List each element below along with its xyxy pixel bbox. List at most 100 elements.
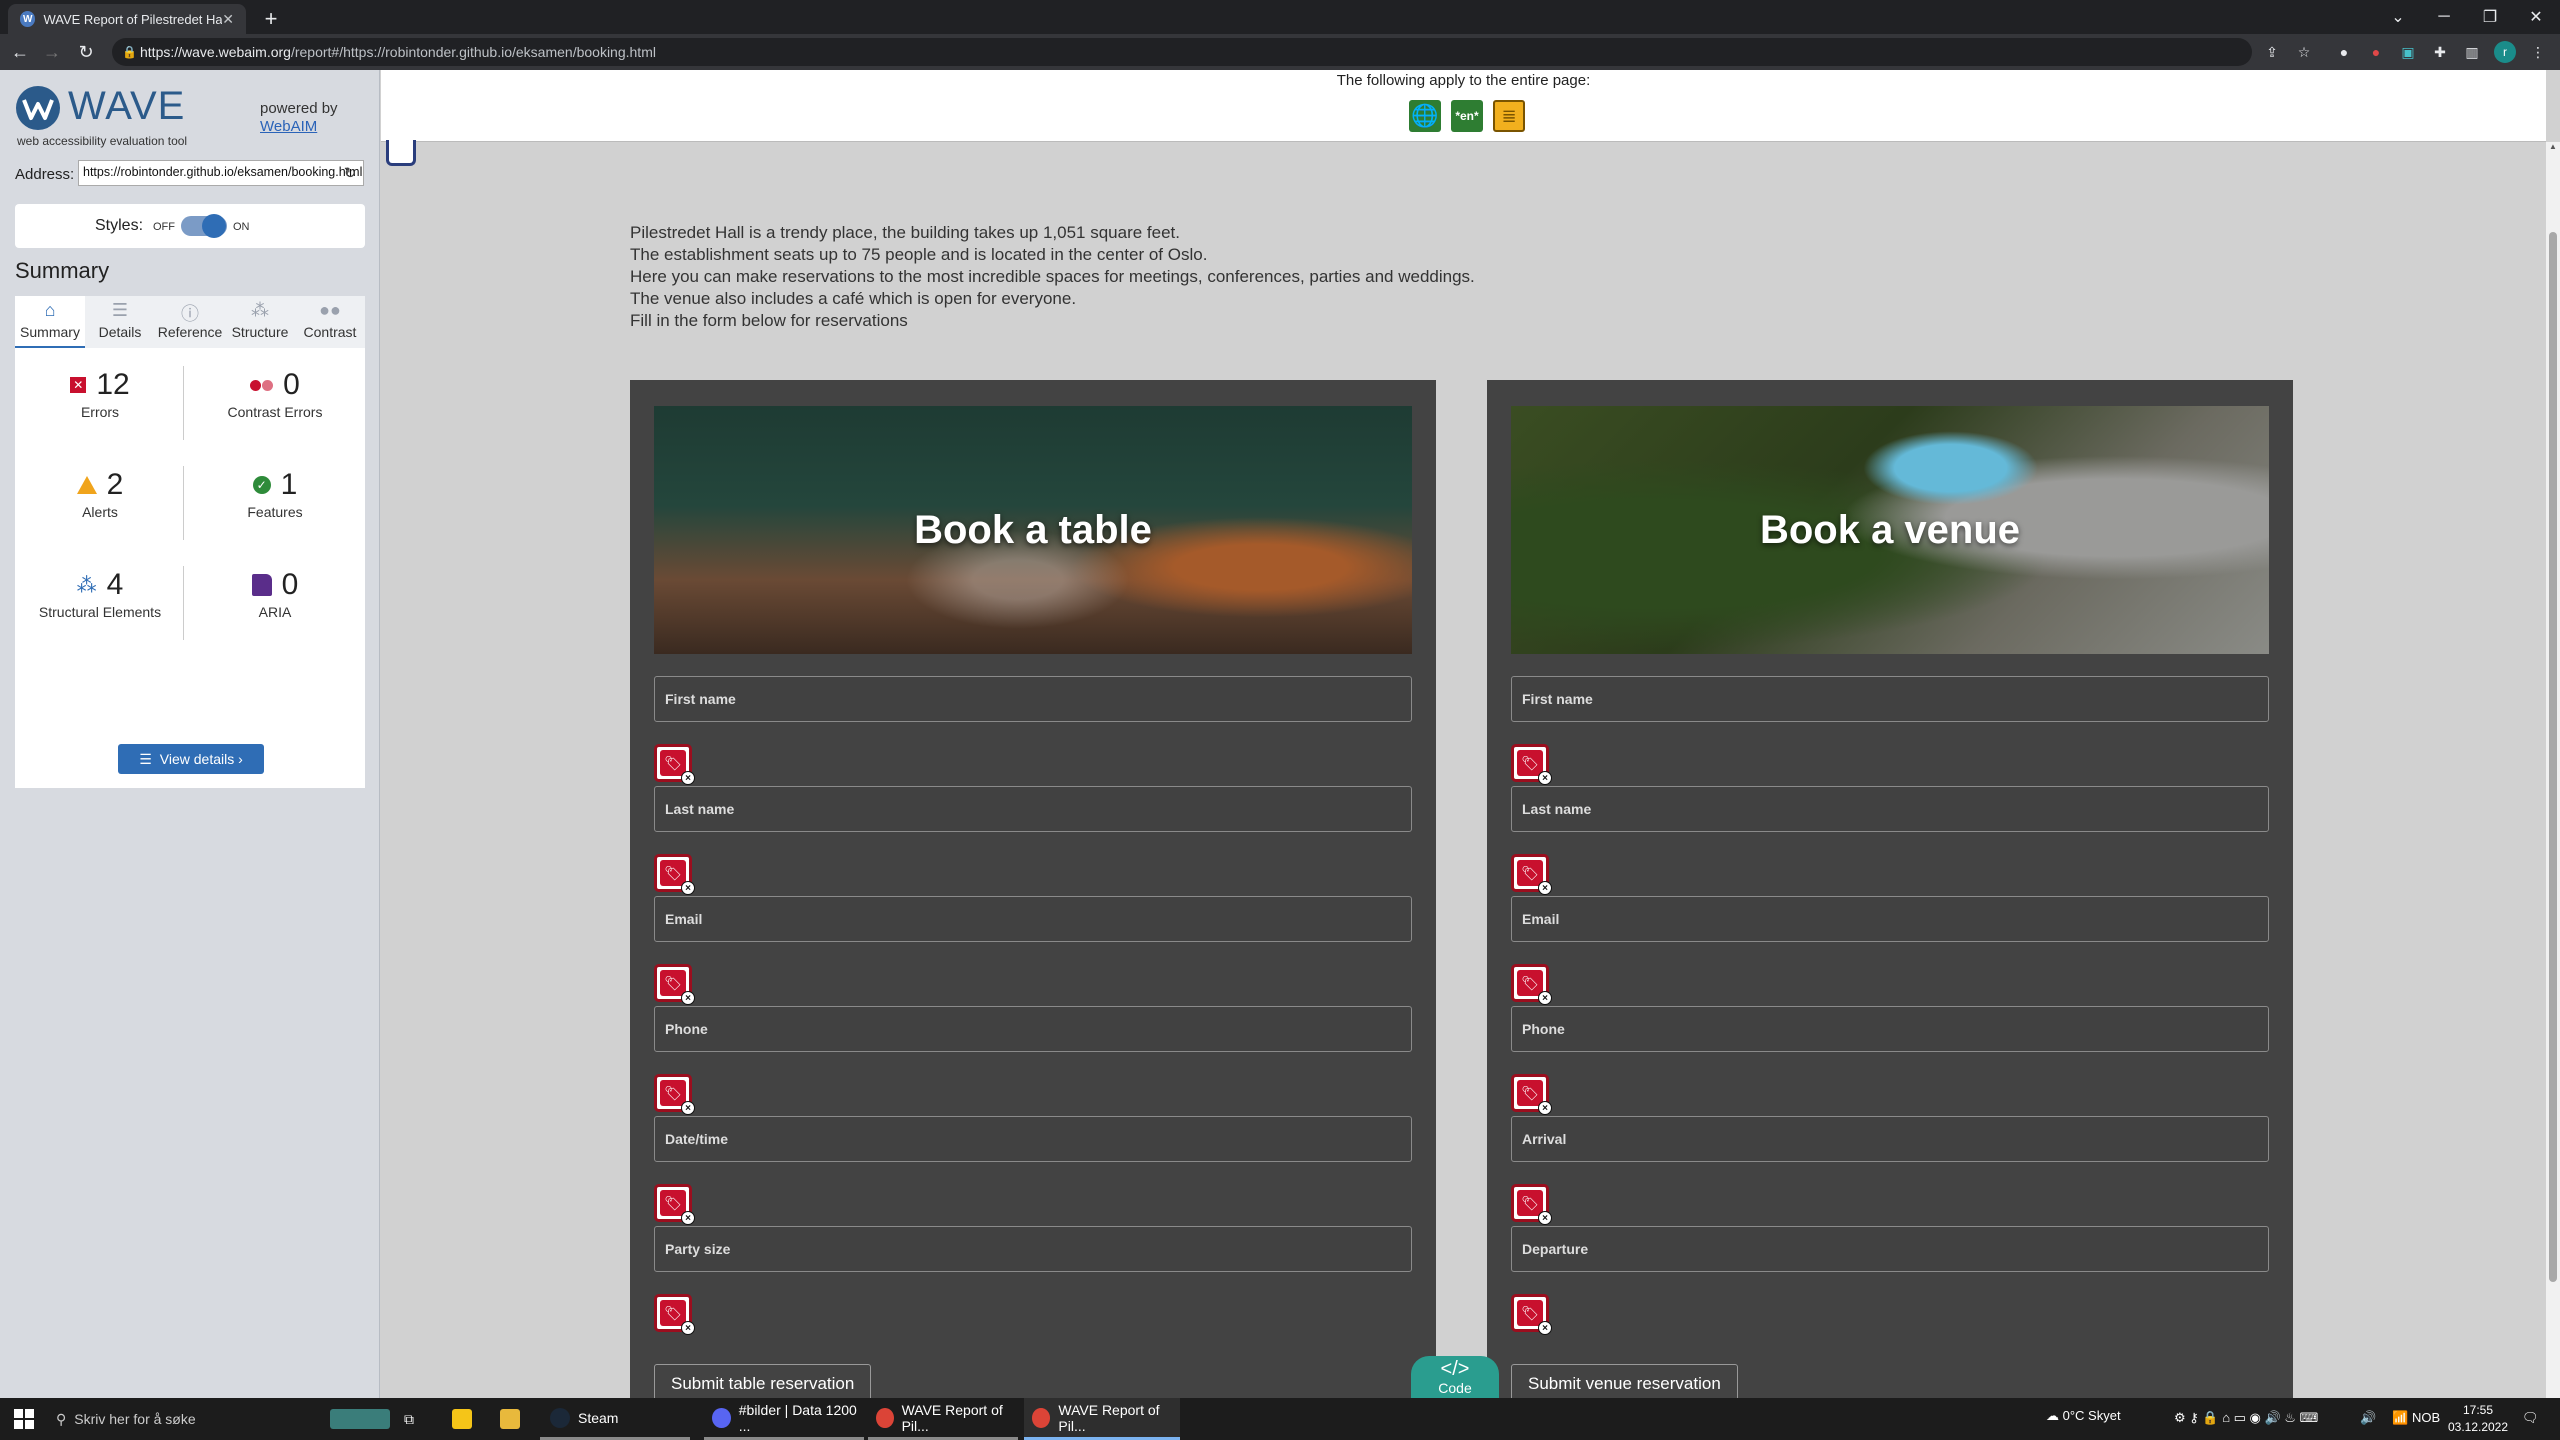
- missing-label-error-icon[interactable]: 🏷 ×: [654, 1294, 695, 1335]
- globe-icon[interactable]: 🌐: [1409, 100, 1441, 132]
- new-tab-button[interactable]: +: [258, 6, 284, 32]
- wave-address-input[interactable]: https://robintonder.github.io/eksamen/bo…: [78, 160, 364, 186]
- wave-subtitle: web accessibility evaluation tool: [17, 134, 188, 148]
- profile-avatar[interactable]: r: [2494, 41, 2516, 63]
- page-scrollbar[interactable]: [2546, 142, 2560, 1398]
- close-tab-icon[interactable]: ✕: [222, 11, 234, 28]
- departure-field[interactable]: Departure: [1511, 1226, 2269, 1272]
- email-field[interactable]: Email: [654, 896, 1412, 942]
- discord-label: #bilder | Data 1200 ...: [738, 1401, 857, 1434]
- taskbar-clock[interactable]: 17:55 03.12.2022: [2438, 1402, 2518, 1436]
- styles-toggle-panel: Styles: OFF ON: [15, 204, 365, 248]
- missing-label-error-icon[interactable]: 🏷 ×: [654, 744, 695, 785]
- tab-details[interactable]: ☰ Details: [85, 296, 155, 348]
- taskbar-chrome-2[interactable]: WAVE Report of Pil...: [1024, 1398, 1180, 1440]
- taskbar-chrome-1[interactable]: WAVE Report of Pil...: [868, 1398, 1018, 1440]
- search-highlight-image[interactable]: [330, 1398, 390, 1440]
- missing-title-alert-icon[interactable]: ≣: [1493, 100, 1525, 132]
- tab-structure[interactable]: ⁂ Structure: [225, 296, 295, 348]
- missing-label-error-icon[interactable]: 🏷 ×: [1511, 1184, 1552, 1225]
- phone-field[interactable]: Phone: [1511, 1006, 2269, 1052]
- stat-alerts[interactable]: 2 Alerts: [15, 468, 185, 520]
- tab-contrast[interactable]: ●● Contrast: [295, 296, 365, 348]
- language-icon[interactable]: *en*: [1451, 100, 1483, 132]
- close-window-button[interactable]: ✕: [2510, 0, 2560, 34]
- x-icon: ×: [681, 881, 695, 895]
- landmark-structure-icon[interactable]: [386, 140, 416, 166]
- address-bar[interactable]: 🔒 https://wave.webaim.org/report#/https:…: [112, 38, 2252, 66]
- arrival-field[interactable]: Arrival: [1511, 1116, 2269, 1162]
- address-label: Address:: [15, 166, 75, 183]
- tab-label: Reference: [157, 324, 223, 340]
- missing-label-error-icon[interactable]: 🏷 ×: [654, 1074, 695, 1115]
- first-name-field[interactable]: First name: [654, 676, 1412, 722]
- code-icon: </>: [1440, 1358, 1470, 1380]
- side-panel-icon[interactable]: ▥: [2462, 42, 2482, 62]
- first-name-field[interactable]: First name: [1511, 676, 2269, 722]
- extension-wave-icon[interactable]: ▣: [2398, 42, 2418, 62]
- extension-icon[interactable]: ●: [2334, 42, 2354, 62]
- missing-label-error-icon[interactable]: 🏷 ×: [654, 1184, 695, 1225]
- missing-label-error-icon[interactable]: 🏷 ×: [1511, 964, 1552, 1005]
- webaim-link[interactable]: WebAIM: [260, 118, 317, 135]
- email-field[interactable]: Email: [1511, 896, 2269, 942]
- network-icon[interactable]: 📶: [2392, 1410, 2408, 1426]
- reload-icon[interactable]: ↻: [74, 40, 98, 64]
- tab-search-icon[interactable]: ⌄: [2372, 0, 2424, 34]
- submit-table-button[interactable]: Submit table reservation: [654, 1364, 872, 1400]
- structural-count: 4: [106, 568, 124, 601]
- missing-label-error-icon[interactable]: 🏷 ×: [1511, 1074, 1552, 1115]
- styles-on-label: ON: [233, 221, 250, 233]
- code-toggle-button[interactable]: </> Code: [1411, 1356, 1499, 1398]
- language-indicator[interactable]: NOB: [2412, 1410, 2440, 1425]
- missing-label-error-icon[interactable]: 🏷 ×: [1511, 1294, 1552, 1335]
- scroll-up-arrow-icon[interactable]: ▲: [2546, 142, 2560, 156]
- refresh-icon[interactable]: ↻: [340, 163, 360, 183]
- view-details-button[interactable]: ☰ View details ›: [118, 744, 264, 774]
- notifications-icon[interactable]: 🗨: [2522, 1410, 2539, 1426]
- start-button[interactable]: [14, 1398, 34, 1440]
- missing-label-error-icon[interactable]: 🏷 ×: [1511, 854, 1552, 895]
- phone-field[interactable]: Phone: [654, 1006, 1412, 1052]
- tab-reference[interactable]: ⓘ Reference: [155, 296, 225, 348]
- browser-tab-active[interactable]: W WAVE Report of Pilestredet Hall ✕: [8, 4, 246, 34]
- task-view-button[interactable]: ⧉: [404, 1398, 414, 1440]
- taskbar-discord[interactable]: #bilder | Data 1200 ...: [704, 1398, 864, 1440]
- stat-features[interactable]: ✓ 1 Features: [190, 468, 360, 520]
- forward-icon[interactable]: →: [40, 40, 64, 64]
- missing-label-error-icon[interactable]: 🏷 ×: [1511, 744, 1552, 785]
- bookmark-star-icon[interactable]: ☆: [2294, 42, 2314, 62]
- restore-button[interactable]: ❐: [2464, 0, 2516, 34]
- stat-aria[interactable]: 0 ARIA: [190, 568, 360, 620]
- back-icon[interactable]: ←: [8, 40, 32, 64]
- menu-kebab-icon[interactable]: ⋮: [2528, 42, 2548, 62]
- stat-structural[interactable]: ⁂ 4 Structural Elements: [15, 568, 185, 620]
- missing-label-error-icon[interactable]: 🏷 ×: [654, 964, 695, 1005]
- share-icon[interactable]: ⇪: [2262, 42, 2282, 62]
- search-highlight-icon: [330, 1409, 390, 1429]
- minimize-button[interactable]: ─: [2418, 0, 2470, 34]
- styles-toggle-knob[interactable]: [202, 214, 226, 238]
- summary-stats: ✕ 12 Errors 0 Contrast Errors 2 Alerts ✓ 1…: [15, 348, 365, 788]
- tab-summary[interactable]: ⌂ Summary: [15, 296, 85, 348]
- stat-contrast-errors[interactable]: 0 Contrast Errors: [190, 368, 360, 420]
- volume-icon[interactable]: 🔊: [2360, 1410, 2376, 1426]
- clock-time: 17:55: [2462, 1403, 2494, 1417]
- datetime-field[interactable]: Date/time: [654, 1116, 1412, 1162]
- last-name-field[interactable]: Last name: [1511, 786, 2269, 832]
- powered-by-text: powered by: [260, 100, 338, 117]
- tray-icons[interactable]: ⚙ ⚷ 🔒 ⌂ ▭ ◉ 🔊 ♨ ⌨: [2174, 1410, 2318, 1426]
- scroll-thumb[interactable]: [2549, 232, 2557, 1282]
- taskbar-steam[interactable]: Steam: [540, 1398, 690, 1440]
- extensions-puzzle-icon[interactable]: ✚: [2430, 42, 2450, 62]
- sticky-notes-app[interactable]: [452, 1398, 472, 1440]
- missing-label-error-icon[interactable]: 🏷 ×: [654, 854, 695, 895]
- party-size-field[interactable]: Party size: [654, 1226, 1412, 1272]
- file-explorer-app[interactable]: [500, 1398, 520, 1440]
- submit-venue-button[interactable]: Submit venue reservation: [1511, 1364, 1738, 1400]
- stat-errors[interactable]: ✕ 12 Errors: [15, 368, 185, 420]
- last-name-field[interactable]: Last name: [654, 786, 1412, 832]
- extension-red-icon[interactable]: ●: [2366, 42, 2386, 62]
- contrast-icon: ●●: [319, 300, 341, 320]
- weather-widget[interactable]: ☁ 0°C Skyet: [2046, 1408, 2121, 1424]
